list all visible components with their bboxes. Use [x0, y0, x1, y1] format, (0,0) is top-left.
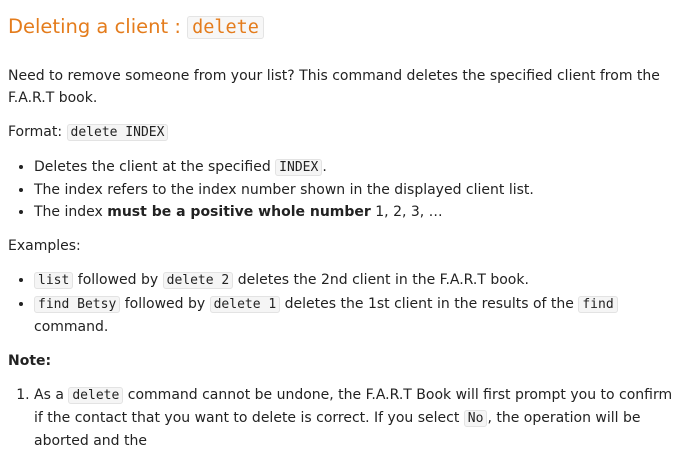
example1-end: deletes the 2nd client in the F.A.R.T bo… — [233, 272, 529, 288]
bullet3-end: 1, 2, 3, … — [370, 204, 443, 220]
example1-code-delete: delete 2 — [162, 272, 234, 289]
details-list: Deletes the client at the specified INDE… — [8, 156, 681, 223]
intro-paragraph: Need to remove someone from your list? T… — [8, 68, 660, 106]
examples-label: Examples: — [8, 238, 81, 254]
note-label: Note: — [8, 353, 52, 369]
section-heading: Deleting a client : delete — [8, 12, 681, 43]
format-label: Format: — [8, 124, 67, 140]
list-item: The index refers to the index number sho… — [34, 179, 681, 201]
note1-code-no: No — [463, 410, 488, 427]
heading-code: delete — [187, 16, 264, 39]
list-item: As a delete command cannot be undone, th… — [34, 384, 681, 452]
example1-code-list: list — [34, 272, 74, 289]
list-item: Deletes the client at the specified INDE… — [34, 156, 681, 179]
bullet1-text: Deletes the client at the specified — [34, 159, 276, 175]
bullet1-end: . — [322, 159, 327, 175]
bullet3-bold: must be a positive whole number — [107, 204, 371, 220]
note1-pre: As a — [34, 387, 69, 403]
heading-text: Deleting a client : — [8, 15, 188, 38]
example2-mid: followed by — [120, 296, 210, 312]
example2-end: command. — [34, 319, 109, 335]
format-line: Format: delete INDEX — [8, 121, 681, 144]
examples-list: list followed by delete 2 deletes the 2n… — [8, 269, 681, 338]
bullet3-text: The index — [34, 204, 108, 220]
example2-code-delete: delete 1 — [209, 296, 281, 313]
example2-text: deletes the 1st client in the results of… — [280, 296, 579, 312]
list-item: list followed by delete 2 deletes the 2n… — [34, 269, 681, 292]
example2-code-find-cmd: find — [578, 296, 618, 313]
list-item: The index must be a positive whole numbe… — [34, 201, 681, 223]
example2-code-find: find Betsy — [34, 296, 121, 313]
bullet1-code: INDEX — [275, 159, 323, 176]
note1-code-delete: delete — [68, 387, 124, 404]
example1-mid: followed by — [73, 272, 163, 288]
list-item: find Betsy followed by delete 1 deletes … — [34, 293, 681, 338]
format-code: delete INDEX — [66, 124, 169, 141]
document-page: Deleting a client : delete Need to remov… — [0, 0, 689, 452]
note-list: As a delete command cannot be undone, th… — [8, 384, 681, 452]
